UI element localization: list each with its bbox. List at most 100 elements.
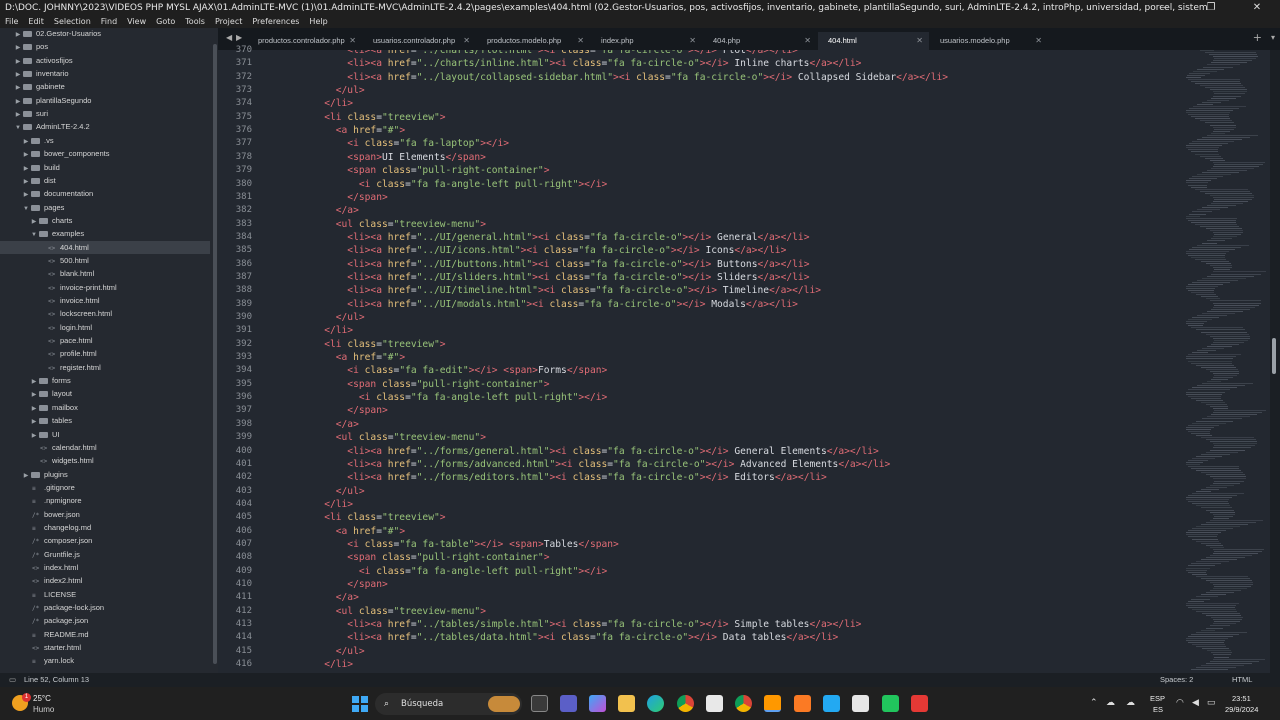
- editor-tab[interactable]: usuarios.modelo.php ✕: [930, 32, 1048, 50]
- sidebar-folder[interactable]: ▶ suri: [0, 107, 210, 120]
- menu-item[interactable]: Find: [96, 16, 122, 28]
- sidebar-file[interactable]: <> 404.html: [0, 240, 210, 254]
- sidebar-folder[interactable]: ▶ plugins: [0, 468, 210, 481]
- sidebar-file[interactable]: /* Gruntfile.js: [0, 548, 210, 561]
- code-line[interactable]: </a>: [278, 204, 359, 217]
- menu-item[interactable]: File: [0, 16, 23, 28]
- sidebar-folder[interactable]: ▶ 02.Gestor-Usuarios: [0, 28, 210, 40]
- close-icon[interactable]: ✕: [1234, 0, 1280, 16]
- sidebar-file[interactable]: /* composer.json: [0, 534, 210, 547]
- code-line[interactable]: </li>: [278, 97, 353, 110]
- sidebar-file[interactable]: ≡ LICENSE: [0, 588, 210, 601]
- terminal-icon[interactable]: [852, 695, 869, 712]
- code-line[interactable]: <i class="fa fa-laptop"></i>: [278, 137, 509, 150]
- editor-tab[interactable]: 404.php ✕: [703, 32, 817, 50]
- minimap[interactable]: [1178, 50, 1270, 673]
- code-line[interactable]: <li class="treeview">: [278, 338, 445, 351]
- menu-item[interactable]: Selection: [49, 16, 96, 28]
- chrome-icon[interactable]: [677, 695, 694, 712]
- status-panel-icon[interactable]: ▭: [9, 673, 16, 687]
- code-line[interactable]: </li>: [278, 324, 353, 337]
- code-line[interactable]: </span>: [278, 404, 387, 417]
- tab-close-icon[interactable]: ✕: [689, 32, 696, 50]
- tab-close-icon[interactable]: ✕: [349, 32, 356, 50]
- sidebar-file[interactable]: ≡ .gitignore: [0, 481, 210, 494]
- tab-close-icon[interactable]: ✕: [577, 32, 584, 50]
- wifi-icon[interactable]: ◠: [1176, 697, 1184, 708]
- clock-date[interactable]: 29/9/2024: [1225, 705, 1258, 714]
- sidebar-folder[interactable]: ▶ layout: [0, 387, 210, 400]
- code-line[interactable]: </li>: [278, 658, 353, 671]
- sidebar-folder[interactable]: ▶ dist: [0, 174, 210, 187]
- menu-item[interactable]: Edit: [23, 16, 49, 28]
- sublime-text-icon[interactable]: [764, 695, 781, 712]
- code-line[interactable]: <li><a href="../forms/general.html"><i c…: [278, 445, 878, 458]
- clock-time[interactable]: 23:51: [1232, 694, 1251, 703]
- code-line[interactable]: <li><a href="../UI/sliders.html"><i clas…: [278, 271, 809, 284]
- sidebar-folder[interactable]: ▶ forms: [0, 374, 210, 387]
- indentation-setting[interactable]: Spaces: 2: [1160, 673, 1193, 687]
- sidebar-folder[interactable]: ▶ gabinete: [0, 80, 210, 93]
- sidebar-folder[interactable]: ▶ documentation: [0, 187, 210, 200]
- tab-scroll-right-icon[interactable]: ▶: [236, 33, 242, 42]
- menu-item[interactable]: View: [122, 16, 151, 28]
- code-line[interactable]: </ul>: [278, 84, 365, 97]
- sidebar-folder[interactable]: ▼ examples: [0, 227, 210, 240]
- code-line[interactable]: </li>: [278, 498, 353, 511]
- taskbar-search[interactable]: ⌕ Búsqueda: [375, 693, 522, 715]
- code-line[interactable]: </span>: [278, 191, 387, 204]
- sidebar-folder[interactable]: ▶ charts: [0, 214, 210, 227]
- minimize-icon[interactable]: —: [1142, 0, 1188, 16]
- sidebar-file[interactable]: /* package.json: [0, 614, 210, 627]
- sidebar-file[interactable]: <> login.html: [0, 321, 210, 334]
- menu-item[interactable]: Help: [304, 16, 332, 28]
- code-line[interactable]: <li><a href="../UI/modals.html"><i class…: [278, 298, 798, 311]
- tab-close-icon[interactable]: ✕: [804, 32, 811, 50]
- editor-tab[interactable]: productos.controlador.php ✕: [248, 32, 362, 50]
- sidebar-file[interactable]: ≡ changelog.md: [0, 521, 210, 534]
- copilot-icon[interactable]: [589, 695, 606, 712]
- editor-tab[interactable]: index.php ✕: [591, 32, 702, 50]
- maximize-icon[interactable]: ❐: [1188, 0, 1234, 16]
- menu-item[interactable]: Tools: [180, 16, 210, 28]
- code-line[interactable]: <i class="fa fa-edit"></i> <span>Forms</…: [278, 364, 607, 377]
- code-line[interactable]: </a>: [278, 418, 359, 431]
- sidebar-file[interactable]: ≡ README.md: [0, 628, 210, 641]
- tab-close-icon[interactable]: ✕: [1035, 32, 1042, 50]
- code-line[interactable]: <li><a href="../tables/simple.html"><i c…: [278, 618, 861, 631]
- sidebar-file[interactable]: <> lockscreen.html: [0, 307, 210, 320]
- language-secondary[interactable]: ES: [1153, 705, 1163, 714]
- sidebar-file[interactable]: <> widgets.html: [0, 454, 210, 467]
- sidebar-file[interactable]: /* package-lock.json: [0, 601, 210, 614]
- battery-icon[interactable]: ▭: [1207, 697, 1216, 708]
- sidebar-file[interactable]: ≡ .npmignore: [0, 494, 210, 507]
- code-line[interactable]: <li class="treeview">: [278, 111, 445, 124]
- sidebar-file[interactable]: <> register.html: [0, 361, 210, 374]
- tab-close-icon[interactable]: ✕: [916, 32, 923, 50]
- sidebar-file[interactable]: <> index2.html: [0, 574, 210, 587]
- editor-tab[interactable]: usuarios.controlador.php ✕: [363, 32, 476, 50]
- code-line[interactable]: <ul class="treeview-menu">: [278, 218, 486, 231]
- code-line[interactable]: <a href="#">: [278, 525, 405, 538]
- code-line[interactable]: <li><a href="../layout/collapsed-sidebar…: [278, 71, 948, 84]
- xampp-icon[interactable]: [794, 695, 811, 712]
- windows-start-icon[interactable]: [352, 696, 368, 712]
- code-line[interactable]: <li><a href="../tables/data.html"><i cla…: [278, 631, 838, 644]
- new-tab-icon[interactable]: +: [1253, 31, 1262, 44]
- editor-scrollbar[interactable]: [1272, 338, 1276, 374]
- teams-icon[interactable]: [560, 695, 577, 712]
- code-line[interactable]: <li class="treeview">: [278, 511, 445, 524]
- sidebar-folder[interactable]: ▶ build: [0, 161, 210, 174]
- sidebar-folder[interactable]: ▶ UI: [0, 428, 210, 441]
- code-line[interactable]: <li><a href="../UI/timeline.html"><i cla…: [278, 284, 821, 297]
- code-line[interactable]: <a href="#">: [278, 124, 405, 137]
- code-line[interactable]: <li><a href="../forms/advanced.html"><i …: [278, 458, 890, 471]
- code-line[interactable]: <i class="fa fa-angle-left pull-right"><…: [278, 391, 607, 404]
- file-explorer-icon[interactable]: [618, 695, 635, 712]
- tab-scroll-left-icon[interactable]: ◀: [226, 33, 232, 42]
- sidebar-file[interactable]: <> profile.html: [0, 347, 210, 360]
- sidebar-file[interactable]: <> invoice.html: [0, 294, 210, 307]
- code-line[interactable]: <i class="fa fa-angle-left pull-right"><…: [278, 565, 607, 578]
- menu-item[interactable]: Goto: [151, 16, 180, 28]
- sidebar-folder[interactable]: ▼ AdminLTE-2.4.2: [0, 120, 210, 133]
